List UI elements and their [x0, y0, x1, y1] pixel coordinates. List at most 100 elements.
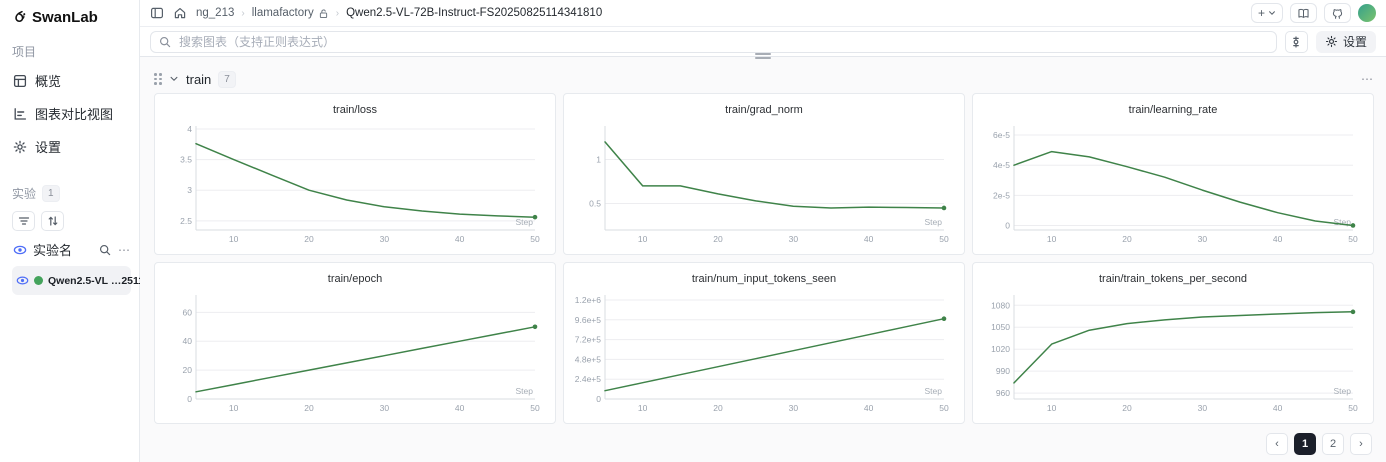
experiment-row[interactable]: Qwen2.5-VL …25114341810 [12, 266, 131, 295]
pagination-next-button[interactable]: › [1350, 433, 1372, 455]
chart-plot[interactable]: 02.4e+54.8e+57.2e+59.6e+51.2e+6102030405… [572, 287, 956, 417]
svg-text:Step: Step [1334, 386, 1352, 396]
chart-card[interactable]: train/epoch02040601020304050Step [154, 262, 556, 424]
experiments-count-badge: 1 [42, 185, 60, 202]
chevron-down-icon[interactable] [169, 74, 179, 84]
chart-group-header: train 7 ⋯ [154, 68, 1374, 90]
chart-plot[interactable]: 0.511020304050Step [572, 118, 956, 248]
svg-text:50: 50 [939, 403, 949, 413]
svg-text:30: 30 [789, 403, 799, 413]
chart-card[interactable]: train/learning_rate02e-54e-56e-510203040… [972, 93, 1374, 255]
breadcrumb-separator: › [241, 8, 244, 19]
project-section-label: 项目 [12, 43, 131, 60]
main-panel: ng_213 › llamafactory › Qwen2.5-VL-72B-I… [140, 0, 1386, 462]
svg-text:2.5: 2.5 [180, 216, 192, 226]
svg-text:20: 20 [1122, 234, 1132, 244]
svg-text:20: 20 [1122, 403, 1132, 413]
chart-plot[interactable]: 02040601020304050Step [163, 287, 547, 417]
svg-text:0.5: 0.5 [589, 199, 601, 209]
chart-search-box[interactable] [150, 31, 1277, 53]
chart-settings-button[interactable]: 设置 [1316, 31, 1376, 53]
sidebar-item-chart-compare[interactable]: 图表对比视图 [12, 97, 131, 130]
svg-text:40: 40 [864, 234, 874, 244]
svg-text:10: 10 [1047, 403, 1057, 413]
chart-plot[interactable]: 9609901020105010801020304050Step [981, 287, 1365, 417]
svg-text:10: 10 [229, 234, 239, 244]
svg-text:Step: Step [925, 386, 943, 396]
experiment-name-header: 实验名 ⋯ [12, 240, 131, 259]
plus-icon: + [1258, 6, 1265, 20]
header-actions: + [1251, 3, 1376, 23]
new-button[interactable]: + [1251, 3, 1283, 23]
experiments-label: 实验 [12, 185, 36, 202]
chart-group-title[interactable]: train [186, 72, 211, 87]
pagination-prev-button[interactable]: ‹ [1266, 433, 1288, 455]
pagination-page-2[interactable]: 2 [1322, 433, 1344, 455]
layout-adjust-button[interactable] [1285, 31, 1308, 53]
chart-card[interactable]: train/train_tokens_per_second96099010201… [972, 262, 1374, 424]
sidebar-item-overview[interactable]: 概览 [12, 64, 131, 97]
charts-content: train 7 ⋯ train/loss2.533.541020304050St… [140, 57, 1386, 462]
docs-button[interactable] [1290, 3, 1317, 23]
svg-text:10: 10 [638, 234, 648, 244]
chart-card[interactable]: train/grad_norm0.511020304050Step [563, 93, 965, 255]
sidebar-toggle-icon[interactable] [150, 6, 164, 20]
chart-plot[interactable]: 2.533.541020304050Step [163, 118, 547, 248]
breadcrumb-run[interactable]: Qwen2.5-VL-72B-Instruct-FS20250825114341… [346, 7, 602, 19]
svg-text:40: 40 [455, 234, 465, 244]
svg-text:1050: 1050 [991, 322, 1010, 332]
chart-group-count-badge: 7 [218, 71, 236, 88]
svg-text:20: 20 [304, 234, 314, 244]
chart-title: train/grad_norm [572, 104, 956, 116]
svg-text:20: 20 [713, 403, 723, 413]
group-more-options-icon[interactable]: ⋯ [1361, 72, 1374, 86]
user-avatar[interactable] [1358, 4, 1376, 22]
panel-resize-handle[interactable] [755, 53, 771, 59]
chart-settings-label: 设置 [1343, 33, 1367, 50]
sidebar-item-settings[interactable]: 设置 [12, 130, 131, 163]
svg-text:40: 40 [455, 403, 465, 413]
svg-text:4.8e+5: 4.8e+5 [575, 354, 602, 364]
chart-search-input[interactable] [177, 34, 1268, 50]
svg-text:6e-5: 6e-5 [993, 130, 1010, 140]
chart-card[interactable]: train/loss2.533.541020304050Step [154, 93, 556, 255]
sidebar: SwanLab 项目 概览 图表对比视图 设置 [0, 0, 140, 462]
pagination-page-1[interactable]: 1 [1294, 433, 1316, 455]
charts-grid: train/loss2.533.541020304050Steptrain/gr… [154, 93, 1374, 424]
svg-text:7.2e+5: 7.2e+5 [575, 335, 602, 345]
search-icon[interactable] [97, 242, 112, 257]
svg-text:20: 20 [183, 365, 193, 375]
experiment-color-dot [34, 276, 43, 285]
more-options-icon[interactable]: ⋯ [118, 243, 131, 257]
svg-text:0: 0 [1005, 220, 1010, 230]
github-button[interactable] [1324, 3, 1351, 23]
overview-grid-icon [12, 73, 27, 88]
svg-text:40: 40 [183, 336, 193, 346]
home-icon[interactable] [173, 6, 187, 20]
eye-icon[interactable] [16, 273, 29, 288]
chart-plot[interactable]: 02e-54e-56e-51020304050Step [981, 118, 1365, 248]
breadcrumb-separator: › [336, 8, 339, 19]
swanlab-logo[interactable]: SwanLab [12, 9, 131, 26]
svg-text:0: 0 [596, 394, 601, 404]
svg-text:30: 30 [789, 234, 799, 244]
sort-button[interactable] [41, 211, 64, 231]
chart-card[interactable]: train/num_input_tokens_seen02.4e+54.8e+5… [563, 262, 965, 424]
filter-button[interactable] [12, 211, 35, 231]
top-header: ng_213 › llamafactory › Qwen2.5-VL-72B-I… [140, 0, 1386, 27]
eye-icon[interactable] [12, 242, 27, 257]
svg-text:40: 40 [1273, 234, 1283, 244]
svg-text:50: 50 [530, 403, 540, 413]
svg-text:30: 30 [1198, 234, 1208, 244]
svg-text:2e-5: 2e-5 [993, 190, 1010, 200]
svg-text:30: 30 [380, 234, 390, 244]
lock-open-icon [318, 8, 329, 19]
breadcrumb-project[interactable]: llamafactory [252, 7, 329, 19]
svg-text:1020: 1020 [991, 344, 1010, 354]
svg-text:10: 10 [229, 403, 239, 413]
chart-title: train/learning_rate [981, 104, 1365, 116]
sidebar-item-label: 设置 [35, 137, 61, 156]
chart-title: train/num_input_tokens_seen [572, 273, 956, 285]
drag-handle-icon[interactable] [154, 73, 162, 85]
breadcrumb-workspace[interactable]: ng_213 [196, 7, 234, 19]
